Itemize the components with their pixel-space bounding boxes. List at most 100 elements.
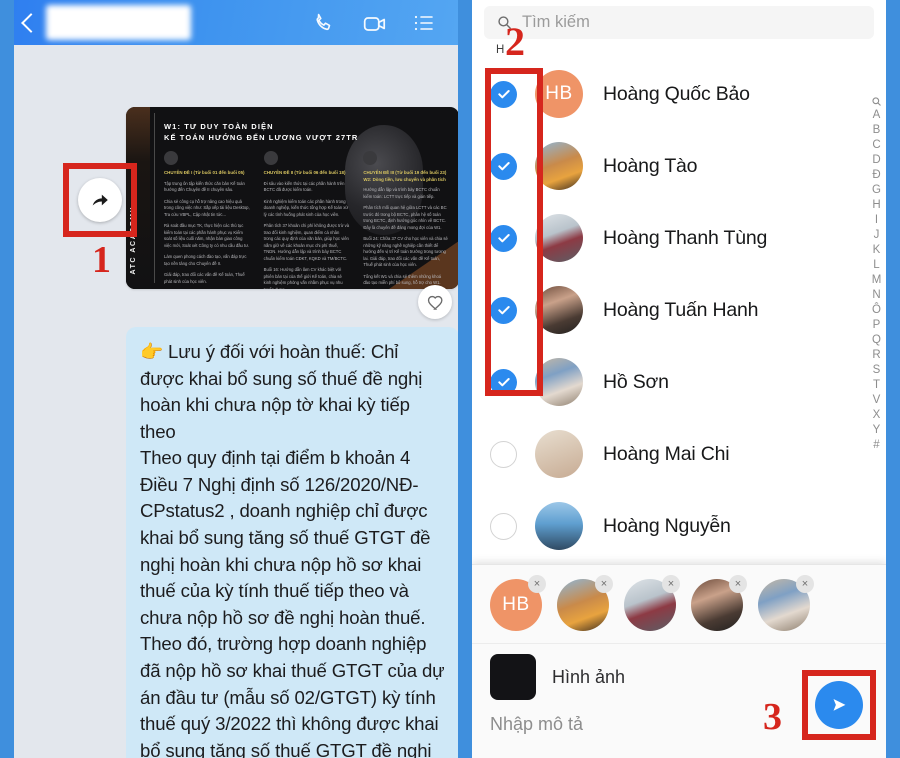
remove-chip-icon[interactable]: × — [528, 575, 546, 593]
search-placeholder: Tìm kiếm — [522, 13, 590, 31]
alpha-index-item[interactable]: C — [872, 138, 880, 152]
card-column-text: Làm quen phong cách đào tạo, vấn đáp trự… — [164, 254, 247, 266]
alphabet-index[interactable]: A B C D Đ G H I J K L M N Ô P Q R S T V … — [871, 96, 882, 452]
contact-name: Hoàng Tuấn Hanh — [603, 298, 759, 321]
contact-checkbox[interactable] — [490, 80, 517, 108]
card-column: CHUYÊN ĐỀ II (Từ buổi 06 đến buổi 18) Đi… — [263, 151, 350, 289]
alpha-index-item[interactable]: K — [873, 243, 881, 257]
avatar — [535, 286, 583, 334]
description-placeholder: Nhập mô tả — [490, 714, 584, 734]
card-column-badge — [164, 151, 178, 165]
card-column-text: Đi sâu vào kiến thức tại các phần hành t… — [263, 180, 345, 193]
card-column-heading: CHUYÊN ĐỀ II (Từ buổi 06 đến buổi 18) — [263, 170, 346, 175]
card-title-line2: KẾ TOÁN HƯỚNG ĐẾN LƯƠNG VƯỢT 27TR — [164, 133, 359, 143]
alpha-index-item[interactable]: Q — [872, 333, 881, 347]
selected-chip[interactable]: × — [557, 575, 613, 631]
card-title: W1: TƯ DUY TOÀN DIỆN KẾ TOÁN HƯỚNG ĐẾN L… — [164, 121, 449, 144]
avatar: HB — [535, 70, 583, 118]
video-camera-icon[interactable] — [362, 11, 386, 35]
alpha-index-item[interactable]: B — [873, 123, 881, 137]
like-button[interactable] — [418, 285, 452, 319]
share-bottom-sheet: HB × × × × × Hình ảnh Nhập mô tả 3 — [472, 564, 886, 758]
alpha-index-item[interactable]: L — [873, 258, 879, 272]
contact-section-header: H — [496, 44, 505, 56]
contact-row-hoang-mai-chi[interactable]: Hoàng Mai Chi — [472, 418, 886, 490]
alpha-index-item[interactable]: M — [872, 273, 882, 287]
selected-chip[interactable]: HB × — [490, 575, 546, 631]
contact-name: Hồ Sơn — [603, 370, 669, 393]
annotation-step-2: 2 — [505, 19, 525, 64]
card-column-text: Kinh nghiệm kiểm toán các phần hành tron… — [263, 198, 349, 217]
search-input[interactable]: Tìm kiếm — [484, 6, 874, 39]
redacted-contact-name — [46, 5, 191, 40]
alpha-index-item[interactable]: J — [874, 228, 880, 242]
card-column-text: Rà soát đầu mục TK, thực hiện các thủ tụ… — [164, 223, 250, 248]
contact-checkbox[interactable] — [490, 440, 517, 468]
contact-checkbox[interactable] — [490, 296, 517, 324]
card-column-heading: CHUYÊN ĐỀ I (Từ buổi 01 đến buổi 05) — [164, 170, 245, 175]
shared-image-card[interactable]: ATC ACADEMY W1: TƯ DUY TOÀN DIỆN KẾ TOÁN… — [126, 107, 458, 289]
contact-name: Hoàng Tào — [603, 154, 698, 177]
search-row: Tìm kiếm — [472, 0, 886, 39]
contact-checkbox[interactable] — [490, 368, 517, 396]
send-button[interactable] — [815, 681, 863, 729]
contact-row-hoang-thanh-tung[interactable]: Hoàng Thanh Tùng — [472, 202, 886, 274]
alpha-index-item[interactable]: X — [873, 408, 881, 422]
heart-icon — [427, 295, 443, 310]
alpha-index-item[interactable]: Y — [873, 423, 881, 437]
alpha-index-item[interactable]: N — [872, 288, 880, 302]
contact-list: HB Hoàng Quốc Bảo Hoàng Tào Hoàng Thanh … — [472, 58, 886, 562]
alpha-index-item[interactable]: Ô — [872, 303, 881, 317]
annotation-step-1: 1 — [92, 239, 111, 281]
alpha-index-item[interactable]: G — [872, 183, 881, 197]
card-column: CHUYÊN ĐỀ I (Từ buổi 01 đến buổi 05) Tập… — [164, 151, 250, 289]
contact-name: Hoàng Thanh Tùng — [603, 226, 768, 249]
contact-checkbox[interactable] — [490, 152, 517, 180]
avatar — [535, 142, 583, 190]
alpha-index-item[interactable]: I — [875, 213, 878, 227]
contact-row-hoang-nguyen[interactable]: Hoàng Nguyễn — [472, 490, 886, 562]
remove-chip-icon[interactable]: × — [595, 575, 613, 593]
check-icon — [497, 90, 510, 99]
attachment-thumbnail[interactable] — [490, 654, 536, 700]
card-columns: CHUYÊN ĐỀ I (Từ buổi 01 đến buổi 05) Tập… — [164, 151, 449, 289]
card-column-text: Giải đáp, trao đổi các vấn đề Kế toán, T… — [164, 272, 245, 284]
alpha-index-item[interactable]: H — [872, 198, 880, 212]
card-column-text: Hướng dẫn lập và trình bày BCTC chuẩn ki… — [363, 187, 440, 199]
card-column-text: Buổi 24: Chữa 37 CV cho học viên và chia… — [363, 236, 448, 268]
chevron-left-icon[interactable] — [21, 12, 41, 33]
card-column-text: Buổi 16: Hướng dẫn làm CV khác biệt với … — [263, 267, 343, 289]
list-menu-icon[interactable] — [412, 11, 436, 35]
alpha-index-item[interactable]: V — [873, 393, 881, 407]
share-button[interactable] — [78, 178, 122, 222]
alpha-index-item[interactable]: A — [873, 108, 881, 122]
contact-row-ho-son[interactable]: Hồ Sơn — [472, 346, 886, 418]
card-column-badge — [363, 151, 378, 165]
remove-chip-icon[interactable]: × — [662, 575, 680, 593]
selected-chip[interactable]: × — [758, 575, 814, 631]
contact-row-hoang-tao[interactable]: Hoàng Tào — [472, 130, 886, 202]
alpha-index-item[interactable]: # — [873, 438, 879, 452]
card-column-badge — [263, 151, 278, 165]
alpha-index-item[interactable]: T — [873, 378, 880, 392]
alpha-index-item[interactable]: P — [873, 318, 881, 332]
contact-row-hoang-tuan-hanh[interactable]: Hoàng Tuấn Hanh — [472, 274, 886, 346]
phone-icon[interactable] — [312, 11, 336, 35]
contact-checkbox[interactable] — [490, 224, 517, 252]
contact-checkbox[interactable] — [490, 512, 517, 540]
search-icon[interactable] — [871, 96, 882, 107]
alpha-index-item[interactable]: D — [872, 153, 880, 167]
card-column: CHUYÊN ĐỀ III (Từ buổi 19 đến buổi 23) W… — [363, 151, 449, 289]
remove-chip-icon[interactable]: × — [729, 575, 747, 593]
alpha-index-item[interactable]: S — [873, 363, 881, 377]
alpha-index-item[interactable]: R — [872, 348, 880, 362]
contact-row-hoang-quoc-bao[interactable]: HB Hoàng Quốc Bảo — [472, 58, 886, 130]
avatar — [535, 358, 583, 406]
selected-contacts-chips: HB × × × × × — [472, 565, 886, 644]
selected-chip[interactable]: × — [624, 575, 680, 631]
message-bubble[interactable]: 👉 Lưu ý đối với hoàn thuế: Chỉ được khai… — [126, 327, 458, 758]
remove-chip-icon[interactable]: × — [796, 575, 814, 593]
selected-chip[interactable]: × — [691, 575, 747, 631]
alpha-index-item[interactable]: Đ — [872, 168, 880, 182]
card-column-text: Phân tích mối quan hệ giữa LCTT và các B… — [363, 205, 447, 230]
